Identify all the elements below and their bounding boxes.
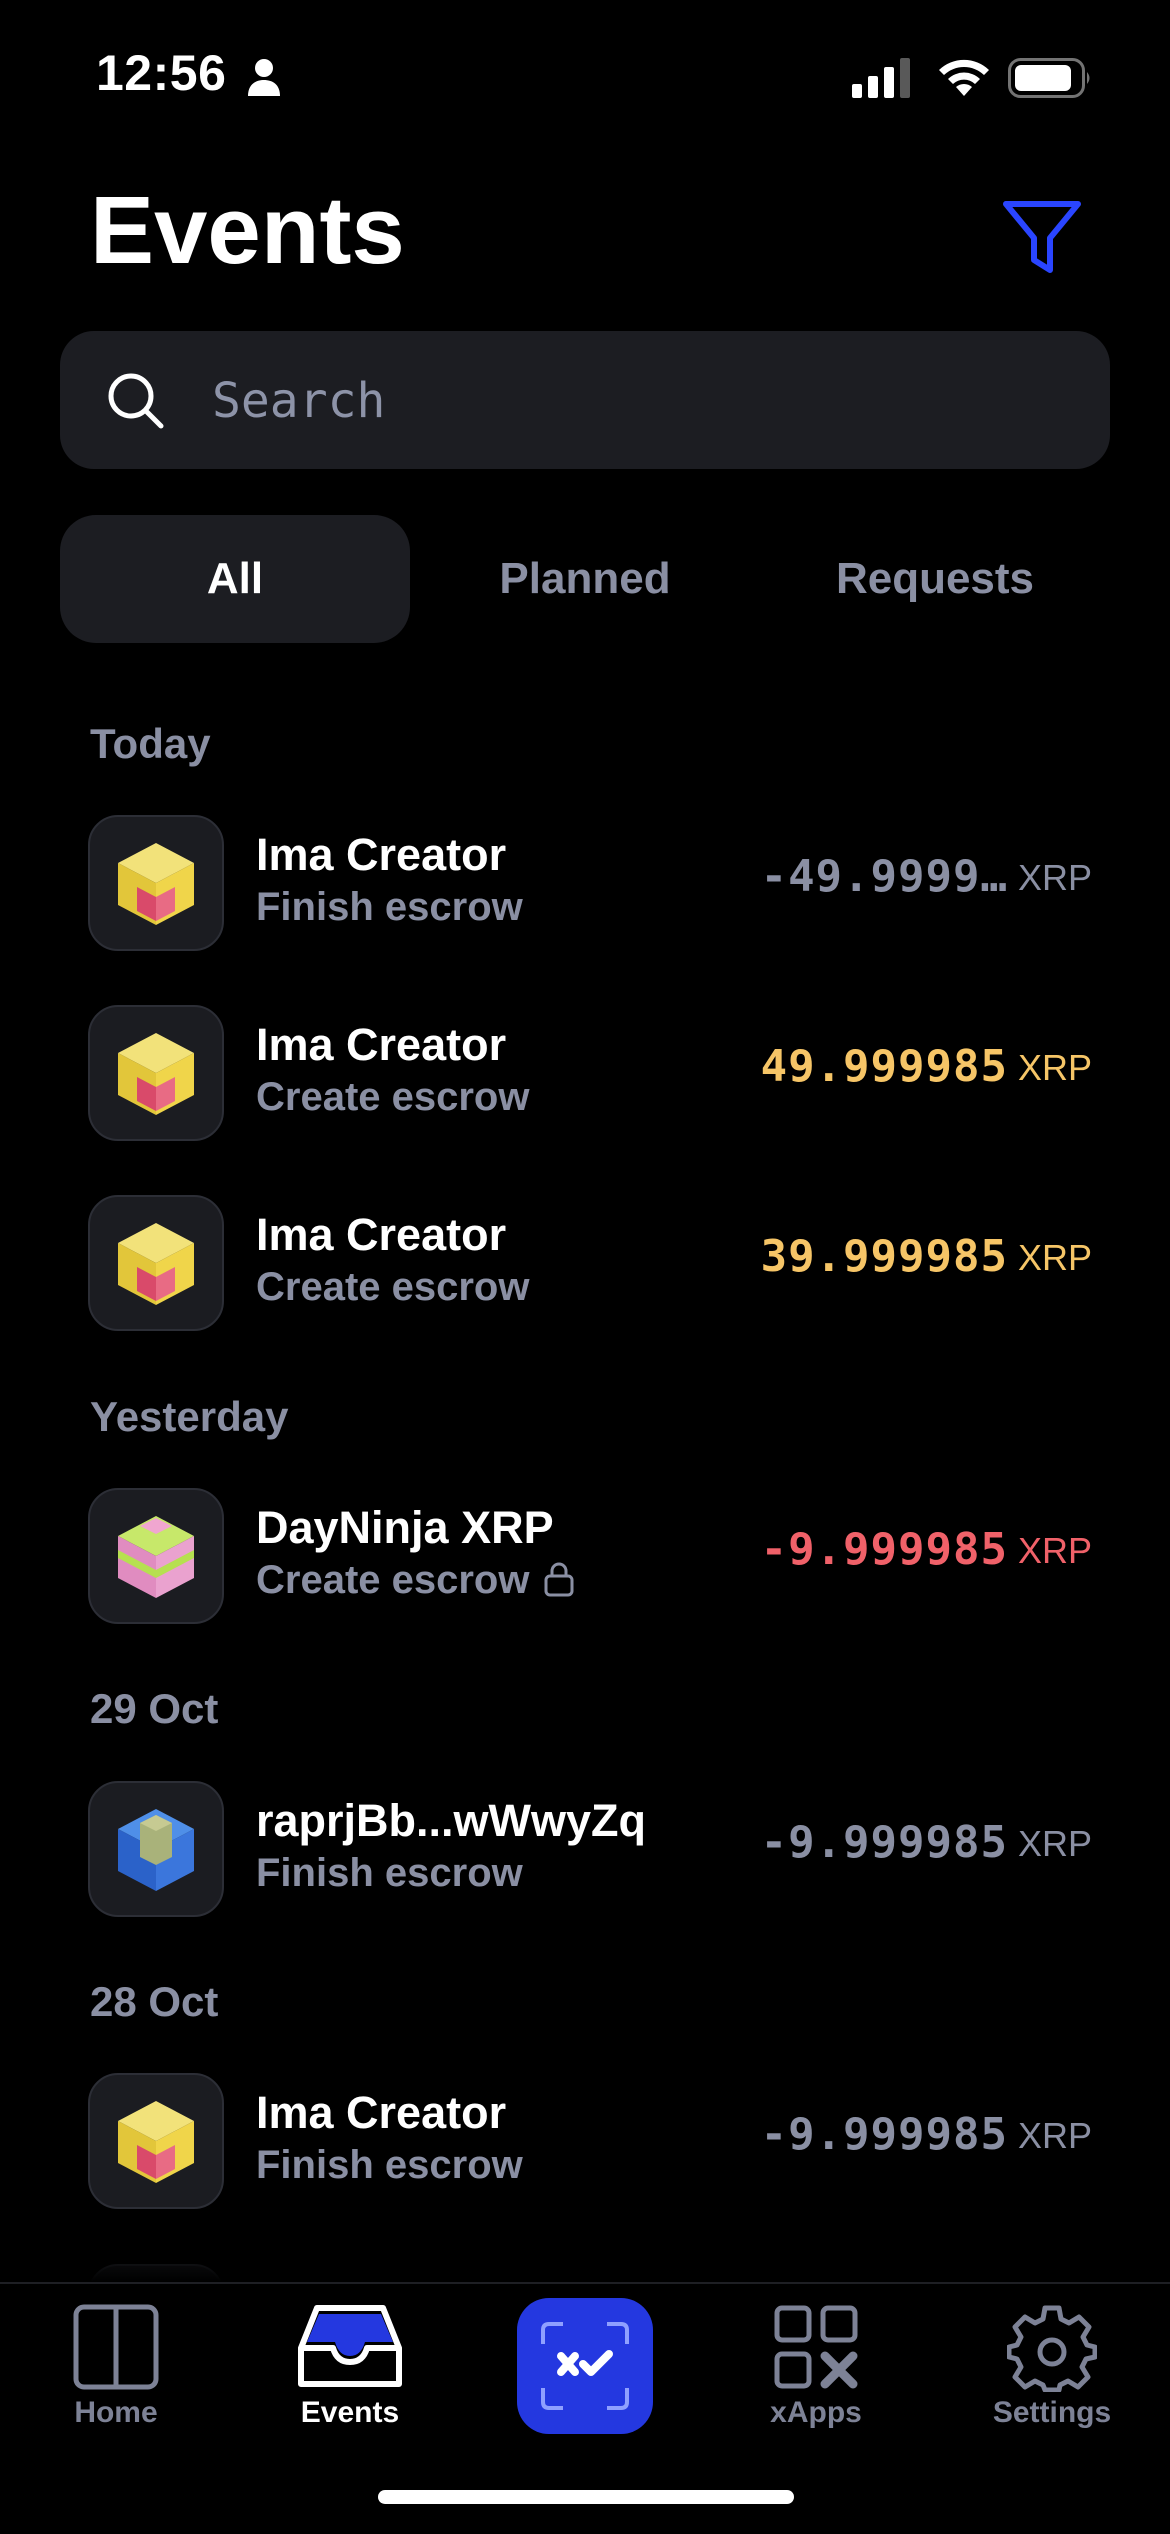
event-row[interactable]: raprjBb...wWwyZq Finish escrow -9.999985…	[88, 1781, 1093, 1921]
gear-icon	[1007, 2305, 1097, 2392]
cube-avatar-graphic	[118, 2101, 194, 2183]
xapps-grid-icon	[774, 2305, 858, 2389]
inbox-icon	[298, 2305, 402, 2387]
search-bar[interactable]	[60, 331, 1110, 469]
search-input[interactable]	[210, 365, 1074, 437]
section-header-28-oct: 28 Oct	[90, 1978, 219, 2025]
nav-settings[interactable]: Settings	[952, 2302, 1152, 2452]
event-counterparty: raprjBb...wWwyZq	[256, 1795, 647, 1846]
section-header-29-oct: 29 Oct	[90, 1685, 219, 1732]
event-row[interactable]: Ima Creator Finish escrow -49.9999… XRP	[88, 815, 1093, 955]
event-amount: 39.999985	[760, 1231, 1008, 1282]
event-currency: XRP	[1018, 1530, 1093, 1571]
event-type: Finish escrow	[256, 2143, 523, 2187]
event-currency: XRP	[1018, 2115, 1093, 2156]
cube-avatar-graphic	[118, 1033, 194, 1115]
scan-qr-icon	[541, 2322, 629, 2410]
cube-avatar-graphic	[118, 1516, 194, 1598]
yellow-cube-icon	[88, 1195, 224, 1331]
yellow-cube-icon	[88, 815, 224, 951]
yellow-cube-icon	[88, 2073, 224, 2209]
nav-home-label: Home	[74, 2396, 158, 2429]
event-currency: XRP	[1018, 1237, 1093, 1278]
event-counterparty: Ima Creator	[256, 2087, 507, 2138]
tab-planned[interactable]: Planned	[410, 515, 760, 643]
event-type: Finish escrow	[256, 1851, 523, 1895]
filter-icon[interactable]	[1000, 198, 1084, 276]
event-row[interactable]: Ima Creator Create escrow 49.999985 XRP	[88, 1005, 1093, 1145]
event-counterparty: Ima Creator	[256, 829, 507, 880]
event-row[interactable]: Ima Creator Create escrow 39.999985 XRP	[88, 1195, 1093, 1335]
event-row[interactable]: Ima Creator Finish escrow -9.999985 XRP	[88, 2073, 1093, 2213]
event-type: Create escrow	[256, 1558, 530, 1602]
event-amount: -9.999985	[760, 2109, 1008, 2160]
event-type-with-lock: Create escrow	[256, 1558, 575, 1603]
scan-qr-button[interactable]	[517, 2298, 653, 2434]
event-amount: -49.9999…	[760, 851, 1008, 902]
person-icon	[248, 59, 280, 96]
nav-xapps[interactable]: xApps	[716, 2302, 916, 2452]
yellow-cube-icon	[88, 1005, 224, 1141]
event-type: Finish escrow	[256, 885, 523, 929]
section-header-yesterday: Yesterday	[90, 1393, 289, 1440]
event-filter-tabs: All Planned Requests	[60, 515, 1110, 643]
event-counterparty: DayNinja XRP	[256, 1502, 554, 1553]
event-counterparty: Ima Creator	[256, 1019, 507, 1070]
event-type: Create escrow	[256, 1075, 530, 1119]
lock-icon	[544, 1562, 574, 1597]
event-type: Create escrow	[256, 1265, 530, 1309]
nav-settings-label: Settings	[992, 2396, 1112, 2429]
cube-avatar-graphic	[118, 1223, 194, 1305]
section-header-today: Today	[90, 720, 211, 767]
tab-requests[interactable]: Requests	[760, 515, 1110, 643]
cube-avatar-graphic	[118, 1809, 194, 1891]
pink-cube-icon	[88, 1488, 224, 1624]
blue-cube-icon	[88, 1781, 224, 1917]
status-time: 12:56	[96, 45, 227, 101]
nav-events-label: Events	[300, 2396, 400, 2429]
status-bar: 12:56	[0, 0, 1170, 150]
home-panels-icon	[73, 2304, 159, 2390]
event-currency: XRP	[1018, 857, 1093, 898]
event-currency: XRP	[1018, 1047, 1093, 1088]
event-currency: XRP	[1018, 1823, 1093, 1864]
event-counterparty: Ima Creator	[256, 1209, 507, 1260]
cube-avatar-graphic	[118, 843, 194, 925]
wifi-icon	[939, 59, 989, 96]
nav-events[interactable]: Events	[250, 2302, 450, 2452]
cellular-signal-icon	[852, 58, 910, 98]
event-amount: 49.999985	[760, 1041, 1008, 1092]
search-icon	[108, 373, 164, 429]
event-amount: -9.999985	[760, 1817, 1008, 1868]
nav-home[interactable]: Home	[16, 2302, 216, 2452]
nav-xapps-label: xApps	[770, 2396, 862, 2429]
battery-icon	[1008, 58, 1090, 98]
page-title: Events	[90, 177, 405, 284]
home-indicator	[378, 2490, 794, 2504]
list-fade-overlay	[0, 2230, 1170, 2282]
event-row[interactable]: DayNinja XRP Create escrow -9.999985 XRP	[88, 1488, 1093, 1628]
tab-all[interactable]: All	[60, 515, 410, 643]
event-amount: -9.999985	[760, 1524, 1008, 1575]
